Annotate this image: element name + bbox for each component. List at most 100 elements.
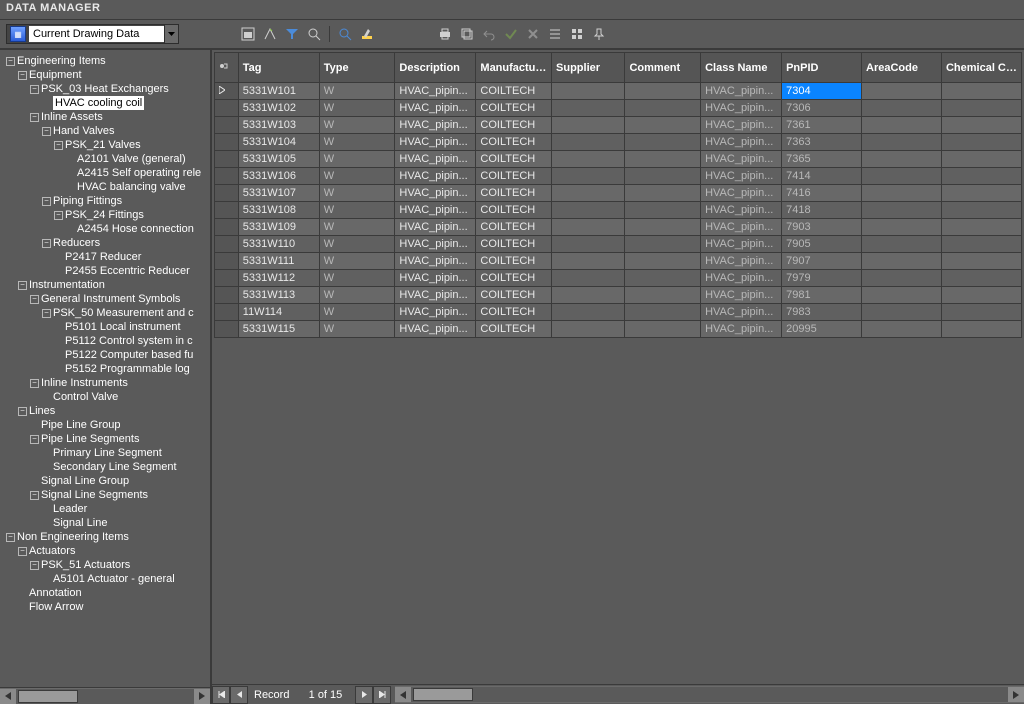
cell-type[interactable]: W xyxy=(319,253,395,270)
cell-manufacturer[interactable]: COILTECH xyxy=(476,321,552,338)
cell-pnpid[interactable]: 20995 xyxy=(782,321,862,338)
tree-item[interactable]: Signal Line Group xyxy=(6,474,208,488)
tree-item[interactable]: P2417 Reducer xyxy=(6,250,208,264)
table-row[interactable]: 5331W115WHVAC_pipin...COILTECHHVAC_pipin… xyxy=(215,321,1022,338)
cell-manufacturer[interactable]: COILTECH xyxy=(476,202,552,219)
list-button[interactable] xyxy=(546,25,564,43)
cell-supplier[interactable] xyxy=(552,202,625,219)
cell-tag[interactable]: 5331W106 xyxy=(238,168,319,185)
cell-comment[interactable] xyxy=(625,202,701,219)
col-header-comment[interactable]: Comment xyxy=(625,53,701,83)
row-selector[interactable] xyxy=(215,202,239,219)
tree-item[interactable]: −PSK_03 Heat Exchangers xyxy=(6,82,208,96)
row-selector[interactable] xyxy=(215,236,239,253)
table-row[interactable]: 5331W109WHVAC_pipin...COILTECHHVAC_pipin… xyxy=(215,219,1022,236)
tree-item[interactable]: −Inline Instruments xyxy=(6,376,208,390)
highlight-button[interactable] xyxy=(358,25,376,43)
cell-supplier[interactable] xyxy=(552,270,625,287)
cell-tag[interactable]: 5331W101 xyxy=(238,83,319,100)
pin-button[interactable] xyxy=(590,25,608,43)
tree-view[interactable]: −Engineering Items−Equipment−PSK_03 Heat… xyxy=(0,50,210,687)
cell-classname[interactable]: HVAC_pipin... xyxy=(701,202,782,219)
cell-description[interactable]: HVAC_pipin... xyxy=(395,321,476,338)
cell-classname[interactable]: HVAC_pipin... xyxy=(701,168,782,185)
collapse-icon[interactable]: − xyxy=(18,281,27,290)
cell-description[interactable]: HVAC_pipin... xyxy=(395,304,476,321)
cell-chemicalclass[interactable] xyxy=(941,100,1021,117)
cell-areacode[interactable] xyxy=(862,287,942,304)
cell-areacode[interactable] xyxy=(862,134,942,151)
table-row[interactable]: 5331W101WHVAC_pipin...COILTECHHVAC_pipin… xyxy=(215,83,1022,100)
cell-classname[interactable]: HVAC_pipin... xyxy=(701,270,782,287)
cell-type[interactable]: W xyxy=(319,287,395,304)
cell-type[interactable]: W xyxy=(319,117,395,134)
cell-manufacturer[interactable]: COILTECH xyxy=(476,100,552,117)
tree-item[interactable]: −Equipment xyxy=(6,68,208,82)
cell-tag[interactable]: 5331W105 xyxy=(238,151,319,168)
cell-chemicalclass[interactable] xyxy=(941,83,1021,100)
tree-item[interactable]: −Non Engineering Items xyxy=(6,530,208,544)
table-row[interactable]: 5331W102WHVAC_pipin...COILTECHHVAC_pipin… xyxy=(215,100,1022,117)
collapse-icon[interactable]: − xyxy=(30,85,39,94)
cell-comment[interactable] xyxy=(625,219,701,236)
cell-tag[interactable]: 5331W102 xyxy=(238,100,319,117)
tree-item[interactable]: P5101 Local instrument xyxy=(6,320,208,334)
cell-chemicalclass[interactable] xyxy=(941,202,1021,219)
collapse-icon[interactable]: − xyxy=(6,57,15,66)
cell-areacode[interactable] xyxy=(862,253,942,270)
table-row[interactable]: 5331W103WHVAC_pipin...COILTECHHVAC_pipin… xyxy=(215,117,1022,134)
cell-classname[interactable]: HVAC_pipin... xyxy=(701,287,782,304)
cell-tag[interactable]: 5331W107 xyxy=(238,185,319,202)
cell-supplier[interactable] xyxy=(552,185,625,202)
tree-item[interactable]: P5112 Control system in c xyxy=(6,334,208,348)
cell-chemicalclass[interactable] xyxy=(941,219,1021,236)
cell-type[interactable]: W xyxy=(319,100,395,117)
table-row[interactable]: 5331W104WHVAC_pipin...COILTECHHVAC_pipin… xyxy=(215,134,1022,151)
tree-item[interactable]: P5152 Programmable log xyxy=(6,362,208,376)
cell-tag[interactable]: 11W114 xyxy=(238,304,319,321)
cell-comment[interactable] xyxy=(625,270,701,287)
table-row[interactable]: 5331W108WHVAC_pipin...COILTECHHVAC_pipin… xyxy=(215,202,1022,219)
scroll-right-icon[interactable] xyxy=(1008,687,1024,702)
cell-tag[interactable]: 5331W113 xyxy=(238,287,319,304)
scroll-thumb[interactable] xyxy=(413,688,473,701)
table-row[interactable]: 5331W110WHVAC_pipin...COILTECHHVAC_pipin… xyxy=(215,236,1022,253)
cell-type[interactable]: W xyxy=(319,219,395,236)
cell-manufacturer[interactable]: COILTECH xyxy=(476,304,552,321)
cell-areacode[interactable] xyxy=(862,185,942,202)
cell-supplier[interactable] xyxy=(552,151,625,168)
cell-areacode[interactable] xyxy=(862,270,942,287)
tree-item[interactable]: Annotation xyxy=(6,586,208,600)
cell-description[interactable]: HVAC_pipin... xyxy=(395,185,476,202)
cell-description[interactable]: HVAC_pipin... xyxy=(395,270,476,287)
row-selector-header[interactable] xyxy=(215,53,239,83)
cell-manufacturer[interactable]: COILTECH xyxy=(476,168,552,185)
cell-manufacturer[interactable]: COILTECH xyxy=(476,83,552,100)
tree-item[interactable]: A5101 Actuator - general xyxy=(6,572,208,586)
cell-supplier[interactable] xyxy=(552,236,625,253)
cell-manufacturer[interactable]: COILTECH xyxy=(476,185,552,202)
cell-type[interactable]: W xyxy=(319,185,395,202)
cell-areacode[interactable] xyxy=(862,219,942,236)
cell-tag[interactable]: 5331W103 xyxy=(238,117,319,134)
col-header-pnpid[interactable]: PnPID xyxy=(782,53,862,83)
tree-item[interactable]: −General Instrument Symbols xyxy=(6,292,208,306)
tree-item[interactable]: P5122 Computer based fu xyxy=(6,348,208,362)
grid-hscrollbar[interactable] xyxy=(395,686,1024,703)
cell-supplier[interactable] xyxy=(552,304,625,321)
tree-item[interactable]: A2415 Self operating rele xyxy=(6,166,208,180)
cancel-button[interactable] xyxy=(524,25,542,43)
apply-button[interactable] xyxy=(502,25,520,43)
cell-tag[interactable]: 5331W110 xyxy=(238,236,319,253)
collapse-icon[interactable]: − xyxy=(30,113,39,122)
cell-description[interactable]: HVAC_pipin... xyxy=(395,151,476,168)
tree-item[interactable]: −Signal Line Segments xyxy=(6,488,208,502)
cell-manufacturer[interactable]: COILTECH xyxy=(476,270,552,287)
cell-classname[interactable]: HVAC_pipin... xyxy=(701,304,782,321)
cell-supplier[interactable] xyxy=(552,253,625,270)
cell-manufacturer[interactable]: COILTECH xyxy=(476,236,552,253)
export-button[interactable] xyxy=(261,25,279,43)
cell-areacode[interactable] xyxy=(862,168,942,185)
tree-item[interactable]: Pipe Line Group xyxy=(6,418,208,432)
cell-chemicalclass[interactable] xyxy=(941,253,1021,270)
